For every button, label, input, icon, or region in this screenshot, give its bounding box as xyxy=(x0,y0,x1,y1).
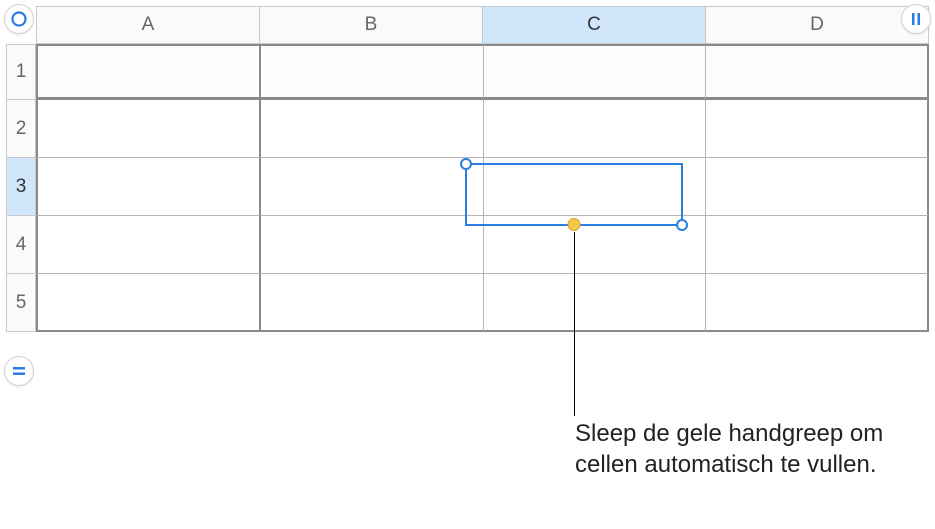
cell-a3[interactable] xyxy=(36,158,261,216)
cell-c2[interactable] xyxy=(484,100,706,158)
cell-b2[interactable] xyxy=(261,100,483,158)
row-label: 5 xyxy=(16,292,27,314)
cell-a2[interactable] xyxy=(36,100,261,158)
column-header-a[interactable]: A xyxy=(36,6,260,44)
cell-c5[interactable] xyxy=(484,274,706,332)
cell-d4[interactable] xyxy=(706,216,929,274)
cell-d2[interactable] xyxy=(706,100,929,158)
cell-d5[interactable] xyxy=(706,274,929,332)
cell-c1[interactable] xyxy=(484,44,706,100)
cell-d1[interactable] xyxy=(706,44,929,100)
column-headers: A B C D xyxy=(36,6,929,44)
row-1: 1 xyxy=(6,44,929,100)
callout-leader-line xyxy=(574,232,575,416)
column-header-b[interactable]: B xyxy=(260,6,483,44)
add-column-button[interactable] xyxy=(901,4,931,34)
row-label: 2 xyxy=(16,118,27,140)
row-label: 3 xyxy=(16,176,27,198)
row-header-3[interactable]: 3 xyxy=(6,158,36,216)
cell-d3[interactable] xyxy=(706,158,929,216)
row-5: 5 xyxy=(6,274,929,332)
column-label: A xyxy=(142,14,155,36)
cell-a5[interactable] xyxy=(36,274,261,332)
row-4: 4 xyxy=(6,216,929,274)
column-label: B xyxy=(365,14,378,36)
column-label: D xyxy=(810,14,824,36)
spreadsheet: A B C D 1 2 3 4 5 xyxy=(6,6,929,332)
column-label: C xyxy=(587,14,601,36)
circle-icon xyxy=(10,10,28,28)
cell-a4[interactable] xyxy=(36,216,261,274)
cell-b5[interactable] xyxy=(261,274,483,332)
cell-b3[interactable] xyxy=(261,158,483,216)
row-header-4[interactable]: 4 xyxy=(6,216,36,274)
autofill-handle[interactable] xyxy=(568,218,581,231)
column-header-c[interactable]: C xyxy=(483,6,706,44)
column-header-d[interactable]: D xyxy=(706,6,929,44)
row-3: 3 xyxy=(6,158,929,216)
cell-b4[interactable] xyxy=(261,216,483,274)
callout-text: Sleep de gele handgreep om cellen automa… xyxy=(575,418,935,480)
bars-vertical-icon xyxy=(908,11,924,27)
row-label: 1 xyxy=(16,61,27,83)
bars-horizontal-icon xyxy=(11,363,27,379)
cell-c4[interactable] xyxy=(484,216,706,274)
row-header-5[interactable]: 5 xyxy=(6,274,36,332)
row-header-1[interactable]: 1 xyxy=(6,44,36,100)
row-label: 4 xyxy=(16,234,27,256)
cell-b1[interactable] xyxy=(261,44,483,100)
cell-c3[interactable] xyxy=(484,158,706,216)
select-all-button[interactable] xyxy=(4,4,34,34)
cell-a1[interactable] xyxy=(36,44,261,100)
callout-label: Sleep de gele handgreep om cellen automa… xyxy=(575,420,883,478)
row-2: 2 xyxy=(6,100,929,158)
add-row-button[interactable] xyxy=(4,356,34,386)
row-header-2[interactable]: 2 xyxy=(6,100,36,158)
